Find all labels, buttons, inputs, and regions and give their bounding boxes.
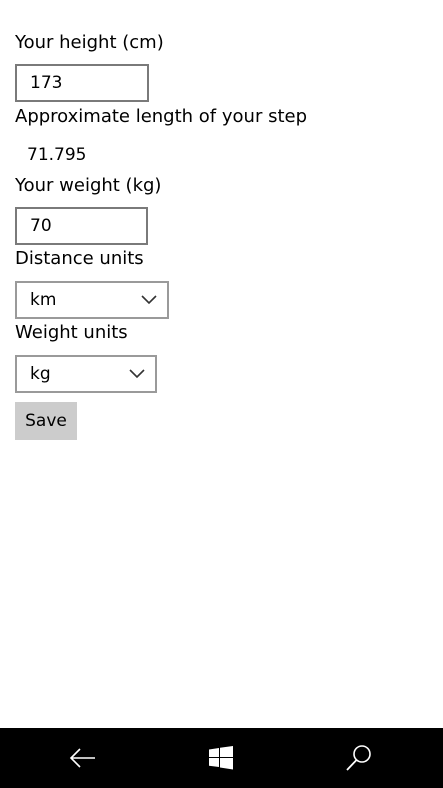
step-length-label: Approximate length of your step (15, 106, 307, 127)
search-button[interactable] (329, 728, 389, 788)
windows-logo-icon (209, 746, 233, 770)
navigation-bar (0, 728, 443, 788)
search-icon (346, 745, 371, 771)
weight-units-selected: kg (30, 364, 51, 384)
chevron-down-icon (129, 369, 145, 379)
start-button[interactable] (191, 728, 251, 788)
weight-units-select[interactable]: kg (15, 355, 157, 393)
back-arrow-icon (69, 748, 95, 768)
chevron-down-icon (141, 295, 157, 305)
step-length-value: 71.795 (27, 145, 87, 165)
weight-units-label: Weight units (15, 322, 128, 343)
height-input[interactable]: 173 (15, 64, 149, 102)
weight-input[interactable]: 70 (15, 207, 148, 245)
back-button[interactable] (53, 728, 113, 788)
distance-units-selected: km (30, 290, 57, 310)
weight-label: Your weight (kg) (15, 175, 162, 196)
distance-units-select[interactable]: km (15, 281, 169, 319)
save-button[interactable]: Save (15, 402, 77, 440)
distance-units-label: Distance units (15, 248, 144, 269)
height-label: Your height (cm) (15, 32, 164, 53)
